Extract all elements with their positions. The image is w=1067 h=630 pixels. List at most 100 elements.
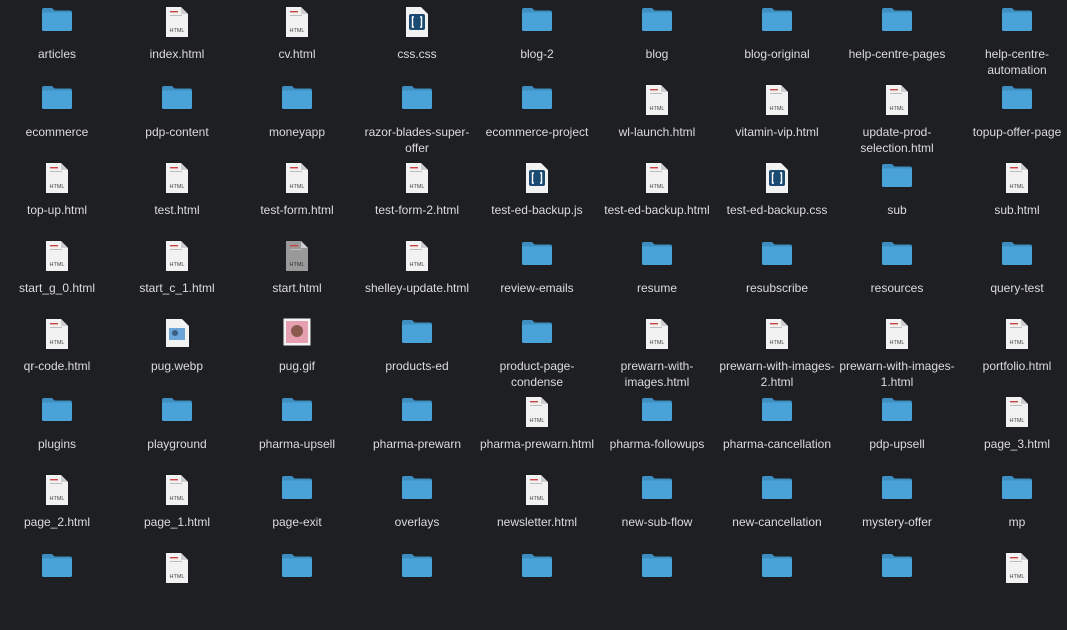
item-label: prewarn-with-images-1.html	[839, 359, 955, 389]
folder-item[interactable]: query-test	[957, 240, 1067, 318]
folder-item[interactable]: help-centre-pages	[837, 6, 957, 84]
file-item[interactable]: HTML newsletter.html	[477, 474, 597, 552]
folder-item[interactable]: resources	[837, 240, 957, 318]
folder-item[interactable]: new-sub-flow	[597, 474, 717, 552]
file-item[interactable]: HTML shelley-update.html	[357, 240, 477, 318]
file-item[interactable]: HTML cv.html	[237, 6, 357, 84]
file-item[interactable]: HTML wl-launch.html	[597, 84, 717, 162]
file-item[interactable]: HTML prewarn-with-images.html	[597, 318, 717, 396]
svg-text:HTML: HTML	[770, 106, 785, 112]
file-item[interactable]: HTML	[117, 552, 237, 630]
item-label: pharma-followups	[609, 437, 705, 451]
folder-item[interactable]: razor-blades-super-offer	[357, 84, 477, 162]
folder-item[interactable]: ecommerce-project	[477, 84, 597, 162]
file-item[interactable]: css.css	[357, 6, 477, 84]
folder-item[interactable]: pharma-upsell	[237, 396, 357, 474]
folder-item[interactable]: help-centre-automation	[957, 6, 1067, 84]
folder-item[interactable]	[0, 552, 117, 630]
file-item[interactable]: pug.gif	[237, 318, 357, 396]
folder-item[interactable]: pharma-followups	[597, 396, 717, 474]
folder-icon	[881, 474, 913, 512]
folder-icon	[761, 396, 793, 434]
file-item[interactable]: test-ed-backup.js	[477, 162, 597, 240]
folder-item[interactable]: blog	[597, 6, 717, 84]
file-item[interactable]: HTML prewarn-with-images-1.html	[837, 318, 957, 396]
item-label: test-ed-backup.html	[604, 203, 710, 217]
file-item[interactable]: HTML page_1.html	[117, 474, 237, 552]
code-file-icon	[765, 162, 789, 200]
folder-item[interactable]: overlays	[357, 474, 477, 552]
file-item[interactable]: HTML start_g_0.html	[0, 240, 117, 318]
folder-item[interactable]	[477, 552, 597, 630]
file-item[interactable]: HTML pharma-prewarn.html	[477, 396, 597, 474]
html-file-icon: HTML	[885, 318, 909, 356]
folder-item[interactable]: blog-original	[717, 6, 837, 84]
item-label: new-cancellation	[732, 515, 822, 529]
folder-item[interactable]: review-emails	[477, 240, 597, 318]
folder-item[interactable]: articles	[0, 6, 117, 84]
file-item[interactable]: HTML prewarn-with-images-2.html	[717, 318, 837, 396]
file-item[interactable]: HTML test.html	[117, 162, 237, 240]
folder-item[interactable]: ecommerce	[0, 84, 117, 162]
folder-item[interactable]: sub	[837, 162, 957, 240]
folder-icon	[281, 474, 313, 512]
item-label: newsletter.html	[496, 515, 578, 529]
folder-item[interactable]: new-cancellation	[717, 474, 837, 552]
folder-item[interactable]: product-page-condense	[477, 318, 597, 396]
item-label: sub.html	[994, 203, 1040, 217]
file-item[interactable]: HTML	[957, 552, 1067, 630]
folder-item[interactable]	[597, 552, 717, 630]
file-item[interactable]: HTML page_2.html	[0, 474, 117, 552]
file-item[interactable]: test-ed-backup.css	[717, 162, 837, 240]
folder-icon	[641, 6, 673, 44]
item-label: ecommerce-project	[485, 125, 589, 139]
folder-item[interactable]: blog-2	[477, 6, 597, 84]
folder-item[interactable]: products-ed	[357, 318, 477, 396]
file-item[interactable]: HTML vitamin-vip.html	[717, 84, 837, 162]
item-label: test-form-2.html	[374, 203, 459, 217]
html-file-icon: HTML	[285, 162, 309, 200]
file-item[interactable]: HTML top-up.html	[0, 162, 117, 240]
file-item[interactable]: HTML update-prod-selection.html	[837, 84, 957, 162]
folder-item[interactable]: resume	[597, 240, 717, 318]
folder-item[interactable]: pdp-upsell	[837, 396, 957, 474]
file-item[interactable]: HTML sub.html	[957, 162, 1067, 240]
folder-item[interactable]	[237, 552, 357, 630]
svg-text:HTML: HTML	[890, 106, 905, 112]
file-item[interactable]: HTML test-form-2.html	[357, 162, 477, 240]
folder-icon	[641, 552, 673, 590]
file-item[interactable]: HTML qr-code.html	[0, 318, 117, 396]
item-label: query-test	[990, 281, 1044, 295]
item-label: blog-2	[520, 47, 554, 61]
folder-item[interactable]: mp	[957, 474, 1067, 552]
file-item[interactable]: HTML index.html	[117, 6, 237, 84]
folder-item[interactable]	[837, 552, 957, 630]
folder-item[interactable]: pharma-cancellation	[717, 396, 837, 474]
file-item[interactable]: HTML test-form.html	[237, 162, 357, 240]
folder-item[interactable]: playground	[117, 396, 237, 474]
item-label: test.html	[154, 203, 200, 217]
folder-item[interactable]: resubscribe	[717, 240, 837, 318]
file-grid: articles HTML index.html HTML cv.html cs…	[0, 0, 1067, 583]
folder-item[interactable]	[717, 552, 837, 630]
file-item[interactable]: HTML test-ed-backup.html	[597, 162, 717, 240]
item-label: test-ed-backup.js	[491, 203, 583, 217]
file-item[interactable]: HTML page_3.html	[957, 396, 1067, 474]
folder-item[interactable]: plugins	[0, 396, 117, 474]
item-label: mp	[1008, 515, 1026, 529]
file-item[interactable]: HTML portfolio.html	[957, 318, 1067, 396]
folder-item[interactable]: pdp-content	[117, 84, 237, 162]
file-item[interactable]: pug.webp	[117, 318, 237, 396]
html-file-icon: HTML	[285, 240, 309, 278]
folder-item[interactable]: mystery-offer	[837, 474, 957, 552]
folder-item[interactable]: topup-offer-page	[957, 84, 1067, 162]
folder-item[interactable]	[357, 552, 477, 630]
folder-item[interactable]: pharma-prewarn	[357, 396, 477, 474]
folder-item[interactable]: page-exit	[237, 474, 357, 552]
file-item[interactable]: HTML start.html	[237, 240, 357, 318]
folder-item[interactable]: moneyapp	[237, 84, 357, 162]
folder-icon	[161, 84, 193, 122]
file-item[interactable]: HTML start_c_1.html	[117, 240, 237, 318]
item-label: qr-code.html	[23, 359, 91, 373]
item-label: css.css	[397, 47, 437, 61]
